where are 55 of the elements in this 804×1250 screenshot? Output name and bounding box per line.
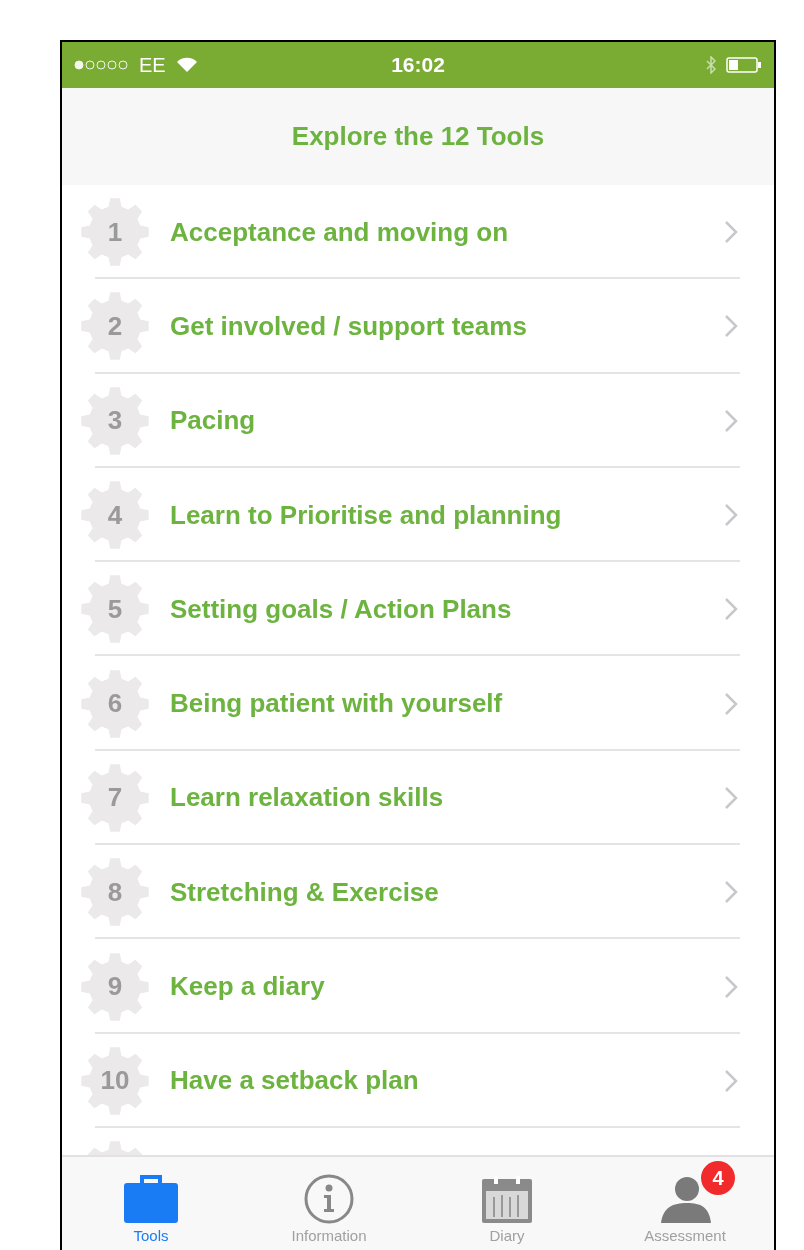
chevron-icon <box>724 691 738 716</box>
tool-number: 1 <box>107 216 123 248</box>
chevron-icon <box>724 785 738 810</box>
info-icon <box>303 1173 355 1225</box>
tool-number: 10 <box>100 1065 130 1097</box>
tab-button[interactable]: 4 Assessment <box>596 1157 774 1250</box>
tool-number: 8 <box>107 876 123 908</box>
briefcase-icon <box>122 1173 180 1225</box>
chevron-icon <box>724 408 738 433</box>
tool-label: Learn relaxation skills <box>170 782 445 814</box>
calendar-icon <box>480 1175 534 1225</box>
chevron-icon <box>724 597 738 622</box>
chevron-icon <box>724 974 738 999</box>
carrier-name: EE <box>139 53 166 77</box>
status-time: 16:02 <box>390 53 446 77</box>
signal-icon <box>74 59 129 71</box>
tool-label: Pacing <box>170 405 257 437</box>
tool-label: Have a setback plan <box>170 1065 420 1097</box>
chevron-icon <box>724 1068 738 1093</box>
tab-button[interactable]: Tools <box>62 1157 240 1250</box>
tool-row[interactable]: 10 Have a setback plan <box>62 1033 774 1128</box>
tool-row[interactable]: 2 Get involved / support teams <box>62 279 774 374</box>
tab-button[interactable]: Diary <box>418 1157 596 1250</box>
chevron-icon <box>724 880 738 905</box>
tool-row[interactable]: 9 Keep a diary <box>62 939 774 1034</box>
tool-number: 3 <box>107 405 123 437</box>
tool-label: Stretching & Exercise <box>170 876 440 908</box>
tool-label: Get involved / support teams <box>170 310 528 342</box>
chevron-icon <box>724 503 738 528</box>
tool-row[interactable]: 7 Learn relaxation skills <box>62 750 774 846</box>
tool-label: Being patient with yourself <box>170 688 504 720</box>
tab-button[interactable]: Information <box>240 1157 418 1250</box>
tool-number: 5 <box>107 593 123 625</box>
notification-badge: 4 <box>701 1161 735 1195</box>
tool-label: Setting goals / Action Plans <box>170 593 513 625</box>
tool-number: 2 <box>107 310 123 342</box>
tool-row[interactable]: 3 Pacing <box>62 373 774 468</box>
tool-row[interactable]: 8 Stretching & Exercise <box>62 845 774 940</box>
tool-number: 4 <box>107 499 123 531</box>
tool-number: 9 <box>107 971 123 1002</box>
battery-icon <box>726 57 762 73</box>
tool-label: Keep a diary <box>170 971 326 1002</box>
tool-label: Learn to Prioritise and planning <box>170 499 563 531</box>
chevron-icon <box>724 220 738 245</box>
tool-row[interactable]: 5 Setting goals / Action Plans <box>62 562 774 657</box>
tool-row[interactable]: 1 Acceptance and moving on <box>62 185 774 280</box>
tool-number: 7 <box>107 782 123 814</box>
wifi-icon <box>175 57 198 73</box>
tool-row[interactable]: 6 Being patient with yourself <box>62 656 774 751</box>
chevron-icon <box>724 314 738 339</box>
tool-number: 6 <box>107 688 123 720</box>
screen-title: Explore the 12 Tools <box>291 121 545 152</box>
tool-label: Acceptance and moving on <box>170 216 510 248</box>
tool-row[interactable]: 4 Learn to Prioritise and planning <box>62 467 774 563</box>
bluetooth-icon <box>706 56 716 74</box>
